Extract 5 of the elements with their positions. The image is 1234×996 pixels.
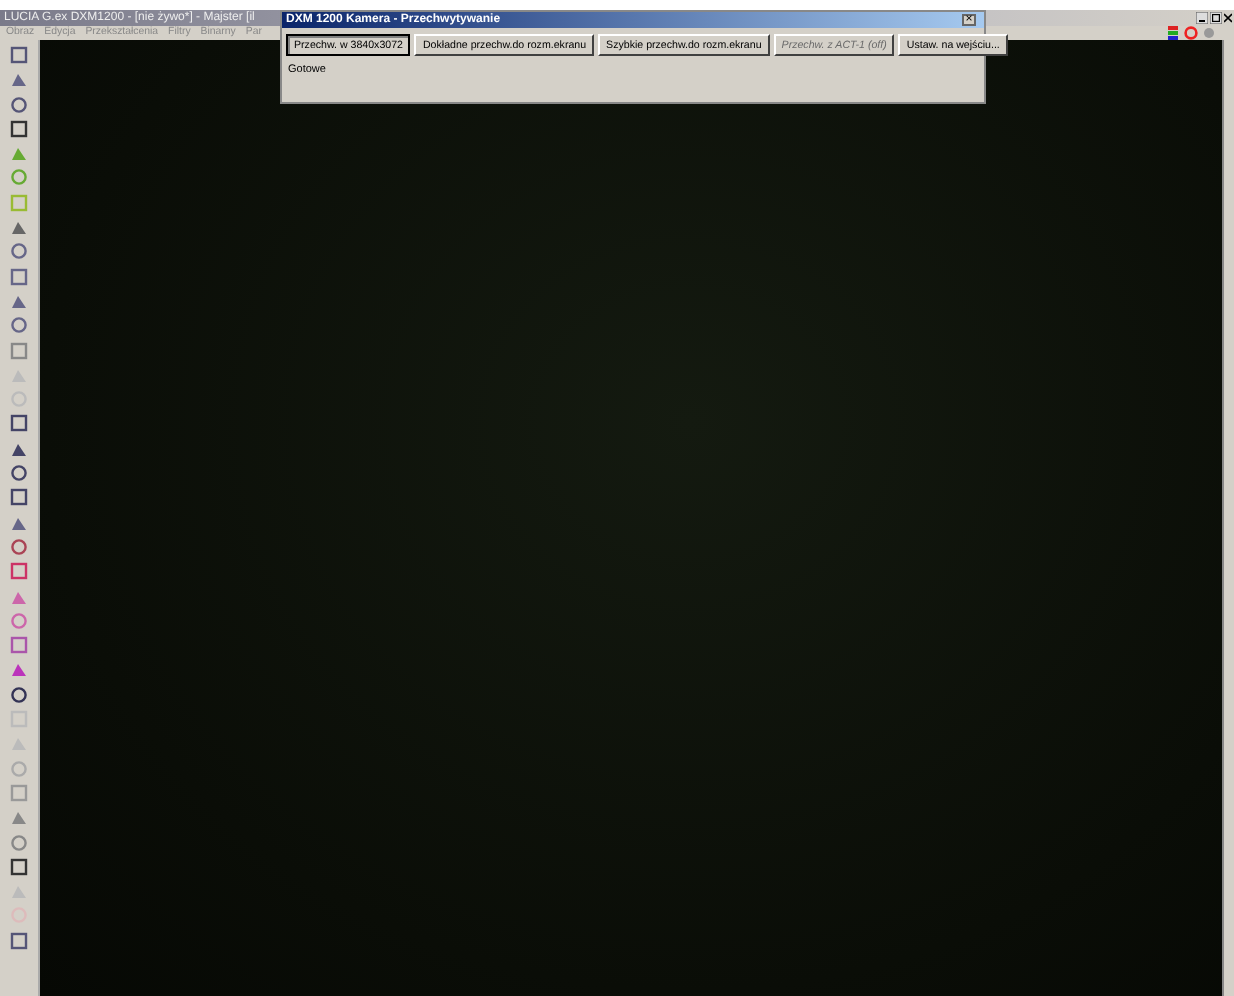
minimize-icon[interactable] (1196, 12, 1208, 24)
dot-icon[interactable] (1204, 28, 1214, 38)
bars-icon[interactable] (1168, 26, 1178, 40)
close-icon[interactable] (1224, 12, 1232, 24)
maximize-icon[interactable] (1210, 12, 1222, 24)
